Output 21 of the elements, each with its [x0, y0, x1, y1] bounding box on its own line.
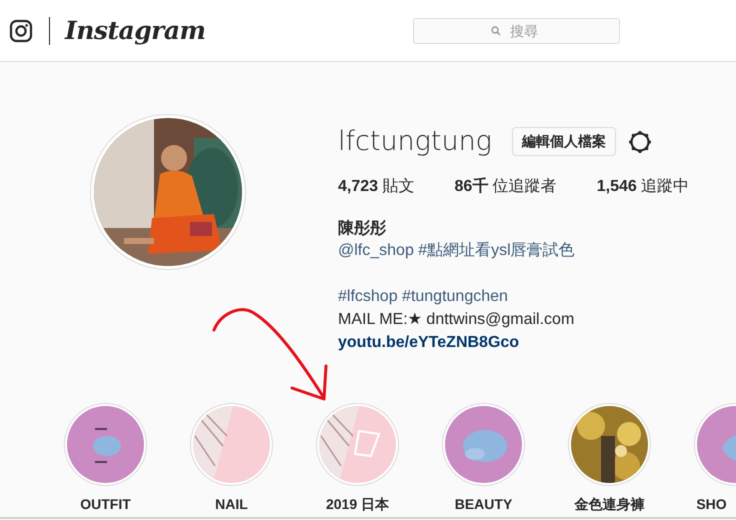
highlight-label: NAIL [215, 496, 248, 512]
stat-count[interactable]: 86千 位追蹤者 [454, 176, 557, 197]
search-icon [490, 26, 500, 36]
bio-hashtags[interactable]: @lfc_shop #點網址看ysl唇膏試色 [338, 239, 730, 262]
highlight-label: SHO [696, 496, 727, 512]
bio-link[interactable]: youtu.be/eYTeZNB8Gco [338, 331, 730, 354]
camera-icon[interactable] [9, 18, 33, 42]
stat-count[interactable]: 1,546 追蹤中 [596, 176, 690, 197]
edit-profile-button[interactable]: 編輯個人檔案 [512, 127, 616, 156]
search-field[interactable]: 搜尋 [412, 18, 620, 44]
full-name: 陳彤彤 [338, 218, 387, 239]
highlight-label: 金色連身褲 [574, 496, 644, 514]
username: lfctungtung [338, 126, 492, 157]
bio-text: MAIL ME:★ dnttwins@gmail.com [338, 310, 576, 330]
settings-icon[interactable] [628, 130, 652, 154]
highlight-label: OUTFIT [80, 496, 131, 512]
logo-wordmark[interactable]: Instagram [65, 16, 206, 45]
bio-hashtags[interactable]: #lfcshop #tungtungchen [338, 285, 730, 308]
highlight-label: 2019 日本 [326, 496, 390, 514]
highlight-label: BEAUTY [454, 496, 512, 512]
stat-count[interactable]: 4,723 貼文 [338, 176, 414, 197]
